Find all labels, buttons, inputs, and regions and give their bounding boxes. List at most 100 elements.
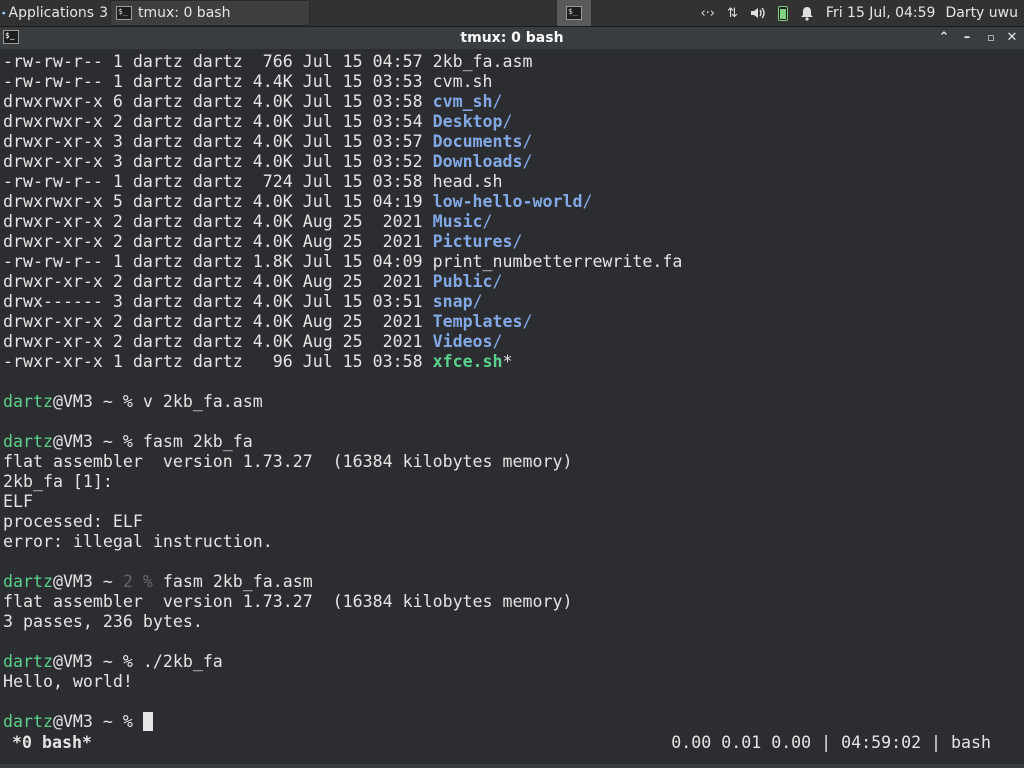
clock[interactable]: Fri 15 Jul, 04:59 bbox=[826, 5, 936, 21]
prompt-user: dartz bbox=[3, 392, 53, 411]
prompt-line: dartz@VM3 ~ 2 % fasm 2kb_fa.asm bbox=[3, 572, 313, 592]
ls-row-meta: drwxrwxr-x 6 dartz dartz 4.0K Jul 15 03:… bbox=[3, 92, 433, 111]
ls-row-suffix: / bbox=[482, 212, 493, 231]
ls-row: drwxr-xr-x 2 dartz dartz 4.0K Aug 25 202… bbox=[3, 332, 503, 352]
ls-row-suffix: / bbox=[502, 112, 513, 131]
ls-row-dirname: cvm_sh bbox=[432, 92, 493, 111]
ls-row-meta: drwxr-xr-x 3 dartz dartz 4.0K Jul 15 03:… bbox=[3, 132, 433, 151]
ls-row-meta: drwxr-xr-x 2 dartz dartz 4.0K Aug 25 202… bbox=[3, 332, 433, 351]
output-line: flat assembler version 1.73.27 (16384 ki… bbox=[3, 452, 573, 471]
user-menu[interactable]: Darty uwu bbox=[945, 5, 1018, 21]
ls-row-dirname: Pictures bbox=[432, 232, 513, 251]
tmux-status-bar: *0 bash* 0.00 0.01 0.00 | 04:59:02 | bas… bbox=[0, 732, 1024, 754]
ls-row: drwx------ 3 dartz dartz 4.0K Jul 15 03:… bbox=[3, 292, 483, 312]
close-button[interactable]: ✕ bbox=[1003, 29, 1021, 47]
tmux-status-right: 0.00 0.01 0.00 | 04:59:02 | bash bbox=[671, 733, 991, 752]
taskbar-item-tmux[interactable]: $_ tmux: 0 bash bbox=[110, 0, 310, 26]
ls-row: -rw-rw-r-- 1 dartz dartz 1.8K Jul 15 04:… bbox=[3, 252, 682, 272]
prompt-user: dartz bbox=[3, 652, 53, 671]
ls-row: -rwxr-xr-x 1 dartz dartz 96 Jul 15 03:58… bbox=[3, 352, 513, 372]
command: fasm 2kb_fa.asm bbox=[152, 572, 313, 591]
ls-row-meta: drwxr-xr-x 2 dartz dartz 4.0K Aug 25 202… bbox=[3, 312, 433, 331]
terminal-icon: $_ bbox=[566, 6, 582, 20]
window-shade-icon[interactable]: ⌃ bbox=[935, 29, 953, 47]
command: % bbox=[122, 712, 143, 731]
ls-row-filename: cvm.sh bbox=[432, 72, 493, 91]
command: % ./2kb_fa bbox=[122, 652, 223, 671]
ls-row: drwxr-xr-x 2 dartz dartz 4.0K Aug 25 202… bbox=[3, 232, 523, 252]
ls-row-meta: -rwxr-xr-x 1 dartz dartz 96 Jul 15 03:58 bbox=[3, 352, 433, 371]
ls-row: drwxr-xr-x 2 dartz dartz 4.0K Aug 25 202… bbox=[3, 312, 533, 332]
ls-row-filename: head.sh bbox=[432, 172, 503, 191]
ls-row-meta: -rw-rw-r-- 1 dartz dartz 1.8K Jul 15 04:… bbox=[3, 252, 433, 271]
ls-row: drwxrwxr-x 6 dartz dartz 4.0K Jul 15 03:… bbox=[3, 92, 503, 112]
prompt-host: @VM3 ~ bbox=[52, 712, 123, 731]
notification-bell-icon[interactable] bbox=[800, 6, 814, 21]
prompt-line: dartz@VM3 ~ % fasm 2kb_fa bbox=[3, 432, 253, 452]
ls-row-dirname: Videos bbox=[432, 332, 493, 351]
ls-row-meta: drwxrwxr-x 2 dartz dartz 4.0K Jul 15 03:… bbox=[3, 112, 433, 131]
ls-row-meta: drwxr-xr-x 2 dartz dartz 4.0K Aug 25 202… bbox=[3, 272, 433, 291]
ls-row-meta: drwxr-xr-x 3 dartz dartz 4.0K Jul 15 03:… bbox=[3, 152, 433, 171]
terminal-launcher-button[interactable]: $_ bbox=[557, 0, 591, 26]
top-panel: Applications 3 $_ tmux: 0 bash $_ ‹·› ⇅ … bbox=[0, 0, 1024, 27]
window-titlebar[interactable]: $_ tmux: 0 bash ⌃ – ▫ ✕ bbox=[0, 27, 1024, 49]
ls-row-dirname: Public bbox=[432, 272, 493, 291]
battery-icon[interactable] bbox=[777, 5, 788, 21]
prompt-line: dartz@VM3 ~ % v 2kb_fa.asm bbox=[3, 392, 263, 412]
ls-row-meta: drwx------ 3 dartz dartz 4.0K Jul 15 03:… bbox=[3, 292, 433, 311]
ls-row-suffix: / bbox=[492, 272, 503, 291]
tmux-window-label[interactable]: *0 bash* bbox=[12, 732, 92, 754]
ls-row-suffix: / bbox=[522, 312, 533, 331]
prompt-host: @VM3 ~ bbox=[52, 432, 123, 451]
maximize-button[interactable]: ▫ bbox=[982, 29, 1000, 47]
ls-row-filename: print_numbetterrewrite.fa bbox=[432, 252, 683, 271]
ls-row: -rw-rw-r-- 1 dartz dartz 724 Jul 15 03:5… bbox=[3, 172, 503, 192]
ls-row: -rw-rw-r-- 1 dartz dartz 4.4K Jul 15 03:… bbox=[3, 72, 493, 92]
ls-row-meta: drwxrwxr-x 5 dartz dartz 4.0K Jul 15 04:… bbox=[3, 192, 433, 211]
minimize-button[interactable]: – bbox=[958, 29, 976, 47]
system-tray: ‹·› ⇅ Fri 15 Jul, 04:59 Darty uwu bbox=[700, 0, 1024, 26]
output-line: processed: ELF bbox=[3, 512, 143, 531]
transfer-arrows-icon[interactable]: ⇅ bbox=[727, 6, 738, 21]
text-cursor bbox=[142, 712, 153, 731]
output-line: 3 passes, 236 bytes. bbox=[3, 612, 203, 631]
output-line: ELF bbox=[3, 492, 33, 511]
ls-row: drwxr-xr-x 3 dartz dartz 4.0K Jul 15 03:… bbox=[3, 132, 533, 152]
volume-icon[interactable] bbox=[750, 6, 766, 20]
prompt-user: dartz bbox=[3, 572, 53, 591]
output-line: Hello, world! bbox=[3, 672, 133, 691]
taskbar-item-label: tmux: 0 bash bbox=[138, 5, 231, 21]
xfce-logo-icon bbox=[2, 11, 6, 15]
ls-row: drwxrwxr-x 5 dartz dartz 4.0K Jul 15 04:… bbox=[3, 192, 592, 212]
window-bottom-border bbox=[0, 764, 1024, 768]
window-title: tmux: 0 bash bbox=[460, 30, 564, 46]
ls-row-dirname: Music bbox=[432, 212, 483, 231]
ls-row-dirname: snap bbox=[432, 292, 473, 311]
ls-row-dirname: low-hello-world bbox=[432, 192, 583, 211]
applications-menu-button[interactable]: Applications 3 bbox=[0, 0, 108, 26]
ls-row-filename: xfce.sh bbox=[432, 352, 503, 371]
command: % fasm 2kb_fa bbox=[122, 432, 253, 451]
prompt-host: @VM3 ~ bbox=[52, 572, 123, 591]
ls-row-suffix: * bbox=[502, 352, 513, 371]
command: % v 2kb_fa.asm bbox=[122, 392, 263, 411]
prompt-user: dartz bbox=[3, 712, 53, 731]
ls-row-suffix: / bbox=[512, 232, 523, 251]
ls-row-suffix: / bbox=[492, 332, 503, 351]
ls-row-dirname: Downloads bbox=[432, 152, 523, 171]
terminal-output[interactable]: -rw-rw-r-- 1 dartz dartz 766 Jul 15 04:5… bbox=[0, 52, 1024, 762]
output-line: error: illegal instruction. bbox=[3, 532, 273, 551]
prompt-line[interactable]: dartz@VM3 ~ % bbox=[3, 712, 153, 732]
ls-row-meta: -rw-rw-r-- 1 dartz dartz 766 Jul 15 04:5… bbox=[3, 52, 433, 71]
output-line: flat assembler version 1.73.27 (16384 ki… bbox=[3, 592, 573, 611]
output-line: 2kb_fa [1]: bbox=[3, 472, 113, 491]
ls-row-meta: -rw-rw-r-- 1 dartz dartz 4.4K Jul 15 03:… bbox=[3, 72, 433, 91]
prompt-line: dartz@VM3 ~ % ./2kb_fa bbox=[3, 652, 223, 672]
prompt-host: @VM3 ~ bbox=[52, 652, 123, 671]
network-icon[interactable]: ‹·› bbox=[700, 6, 715, 21]
applications-suffix: 3 bbox=[99, 5, 108, 21]
ls-row-dirname: Templates bbox=[432, 312, 523, 331]
ls-row-meta: -rw-rw-r-- 1 dartz dartz 724 Jul 15 03:5… bbox=[3, 172, 433, 191]
exit-status: 2 % bbox=[122, 572, 153, 591]
